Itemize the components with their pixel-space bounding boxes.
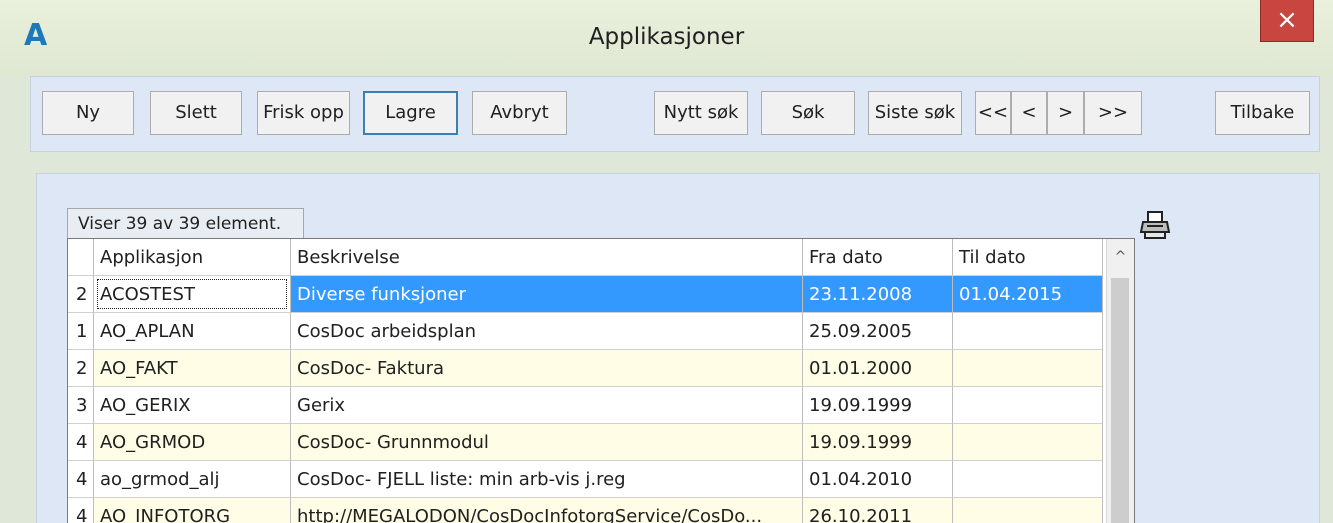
cell-til-dato[interactable] [953, 387, 1103, 424]
printer-icon[interactable] [1139, 209, 1171, 241]
cell-til-dato[interactable] [953, 313, 1103, 350]
cell-fra-dato[interactable]: 23.11.2008 [803, 276, 953, 313]
row-index: 3 [68, 387, 94, 424]
cell-fra-dato[interactable]: 19.09.1999 [803, 387, 953, 424]
previous-record-button[interactable]: < [1011, 91, 1047, 135]
table-row[interactable]: 2 ACOSTEST Diverse funksjoner 23.11.2008… [68, 276, 1108, 313]
cell-til-dato[interactable] [953, 424, 1103, 461]
cell-beskrivelse[interactable]: http://MEGALODON/CosDocInfotorgService/C… [291, 498, 803, 523]
cell-applikasjon[interactable]: ao_grmod_alj [94, 461, 291, 498]
cell-applikasjon[interactable]: ACOSTEST [94, 276, 291, 313]
row-index: 2 [68, 350, 94, 387]
cell-beskrivelse[interactable]: Diverse funksjoner [291, 276, 803, 313]
close-button[interactable]: × [1260, 0, 1314, 42]
cell-til-dato[interactable] [953, 350, 1103, 387]
focus-rectangle [97, 279, 287, 309]
column-header-fra-dato[interactable]: Fra dato [803, 239, 953, 276]
cell-fra-dato[interactable]: 01.04.2010 [803, 461, 953, 498]
cell-applikasjon[interactable]: AO_GRMOD [94, 424, 291, 461]
table-row[interactable]: 2 AO_FAKT CosDoc- Faktura 01.01.2000 [68, 350, 1108, 387]
cell-applikasjon[interactable]: AO_GERIX [94, 387, 291, 424]
cell-beskrivelse[interactable]: CosDoc arbeidsplan [291, 313, 803, 350]
cell-applikasjon[interactable]: AO_APLAN [94, 313, 291, 350]
delete-button[interactable]: Slett [150, 91, 242, 135]
cell-beskrivelse[interactable]: CosDoc- Grunnmodul [291, 424, 803, 461]
save-button[interactable]: Lagre [363, 91, 458, 135]
scroll-up-arrow-icon[interactable]: ^ [1107, 239, 1134, 276]
row-index: 4 [68, 498, 94, 523]
scrollbar-thumb[interactable] [1111, 278, 1129, 523]
cell-beskrivelse[interactable]: CosDoc- FJELL liste: min arb-vis j.reg [291, 461, 803, 498]
row-indicator-header [68, 239, 94, 276]
column-header-applikasjon[interactable]: Applikasjon [94, 239, 291, 276]
refresh-button[interactable]: Frisk opp [257, 91, 350, 135]
vertical-scrollbar[interactable]: ^ [1106, 239, 1134, 523]
cell-beskrivelse[interactable]: CosDoc- Faktura [291, 350, 803, 387]
row-index: 1 [68, 313, 94, 350]
table-row[interactable]: 4 AO_INFOTORG http://MEGALODON/CosDocInf… [68, 498, 1108, 523]
cell-fra-dato[interactable]: 01.01.2000 [803, 350, 953, 387]
cell-til-dato[interactable] [953, 498, 1103, 523]
table-row[interactable]: 1 AO_APLAN CosDoc arbeidsplan 25.09.2005 [68, 313, 1108, 350]
window-title: Applikasjoner [588, 24, 745, 50]
cell-fra-dato[interactable]: 19.09.1999 [803, 424, 953, 461]
cell-applikasjon[interactable]: AO_FAKT [94, 350, 291, 387]
cancel-button[interactable]: Avbryt [472, 91, 567, 135]
applikasjoner-window: A Applikasjoner × Ny Slett Frisk opp Lag… [0, 0, 1333, 523]
cell-fra-dato[interactable]: 26.10.2011 [803, 498, 953, 523]
column-header-beskrivelse[interactable]: Beskrivelse [291, 239, 803, 276]
row-index: 4 [68, 461, 94, 498]
last-record-button[interactable]: >> [1084, 91, 1142, 135]
table-row[interactable]: 4 AO_GRMOD CosDoc- Grunnmodul 19.09.1999 [68, 424, 1108, 461]
title-bar: A Applikasjoner × [0, 0, 1333, 76]
cell-til-dato[interactable]: 01.04.2015 [953, 276, 1103, 313]
row-index: 2 [68, 276, 94, 313]
next-record-button[interactable]: > [1047, 91, 1084, 135]
table-row[interactable]: 4 ao_grmod_alj CosDoc- FJELL liste: min … [68, 461, 1108, 498]
cell-beskrivelse[interactable]: Gerix [291, 387, 803, 424]
cell-til-dato[interactable] [953, 461, 1103, 498]
new-search-button[interactable]: Nytt søk [654, 91, 748, 135]
record-count-label: Viser 39 av 39 element. [67, 208, 304, 238]
applications-table[interactable]: Applikasjon Beskrivelse Fra dato Til dat… [67, 238, 1135, 523]
cell-fra-dato[interactable]: 25.09.2005 [803, 313, 953, 350]
row-index: 4 [68, 424, 94, 461]
table-header: Applikasjon Beskrivelse Fra dato Til dat… [68, 239, 1108, 276]
table-row[interactable]: 3 AO_GERIX Gerix 19.09.1999 [68, 387, 1108, 424]
back-button[interactable]: Tilbake [1215, 91, 1310, 135]
cell-applikasjon[interactable]: AO_INFOTORG [94, 498, 291, 523]
search-button[interactable]: Søk [761, 91, 855, 135]
toolbar: Ny Slett Frisk opp Lagre Avbryt Nytt søk… [30, 76, 1320, 152]
column-header-til-dato[interactable]: Til dato [953, 239, 1103, 276]
new-button[interactable]: Ny [42, 91, 134, 135]
first-record-button[interactable]: << [975, 91, 1011, 135]
last-search-button[interactable]: Siste søk [868, 91, 962, 135]
